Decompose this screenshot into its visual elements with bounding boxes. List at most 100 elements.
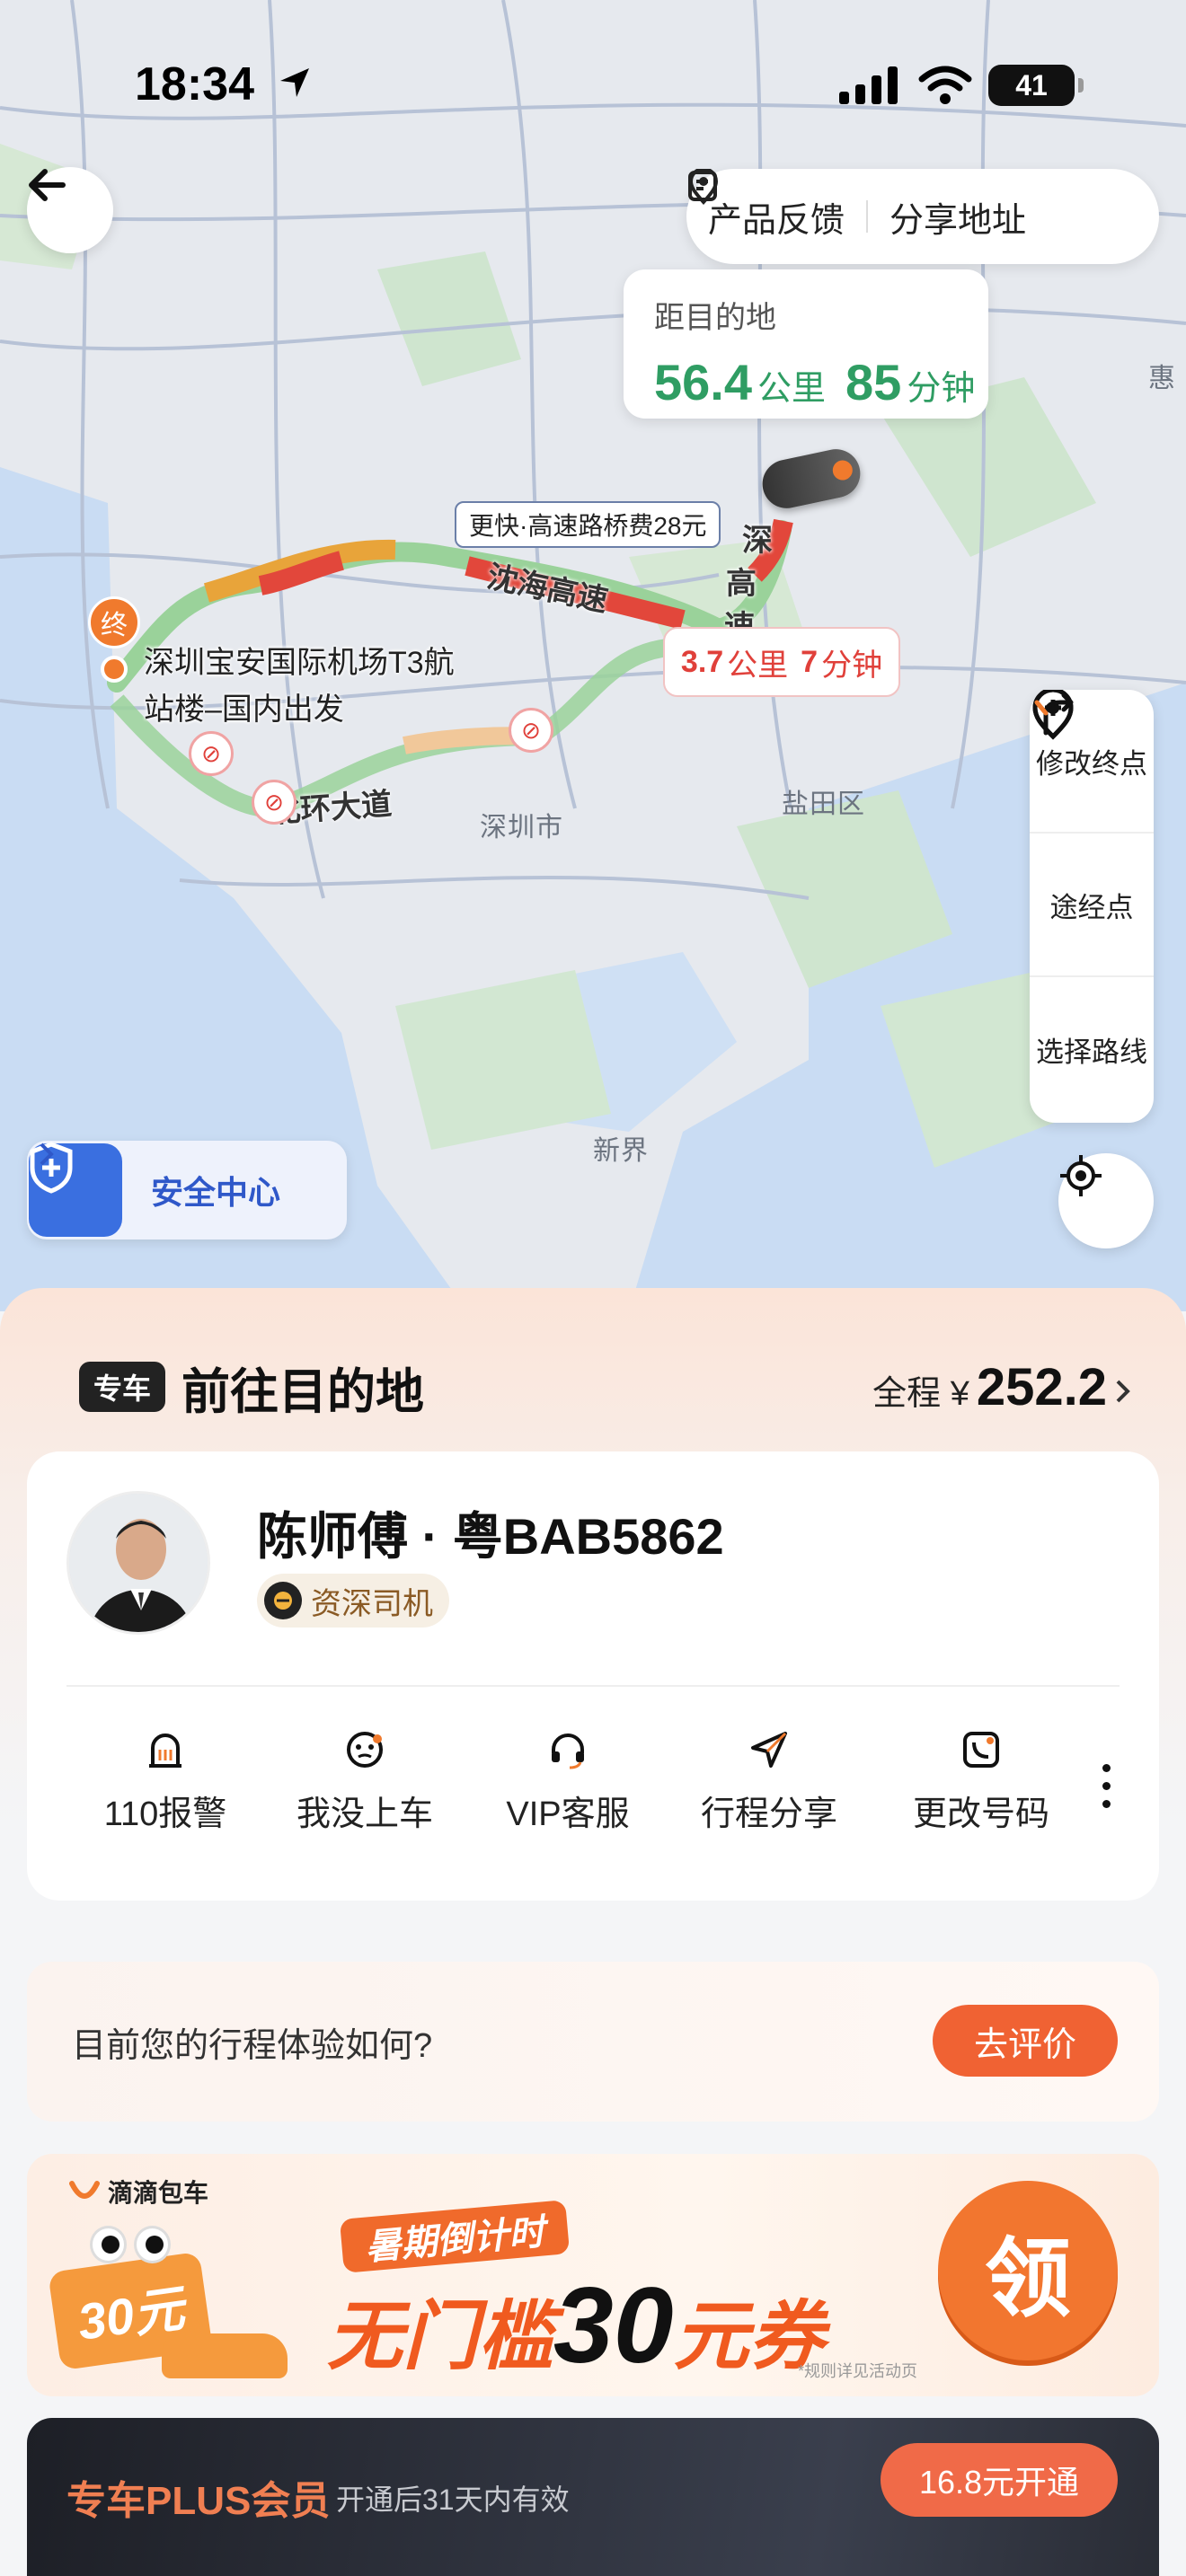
police-110-button[interactable]: 110报警 [75, 1730, 255, 1835]
end-marker-icon: 终 [88, 596, 140, 648]
distance-min-unit: 分钟 [907, 370, 976, 408]
battery-level: 41 [1015, 68, 1048, 101]
map-label-yantian: 盐田区 [782, 790, 865, 819]
wifi-icon [918, 66, 972, 104]
car-image [162, 2333, 288, 2378]
locate-button[interactable] [1058, 1153, 1154, 1248]
not-boarded-button[interactable]: 我没上车 [275, 1730, 455, 1835]
change-number-icon [963, 1732, 999, 1768]
rate-button[interactable]: 去评价 [933, 2005, 1118, 2077]
choose-route-button[interactable]: 选择路线 [1030, 693, 1154, 1121]
camera-marker-icon: ⊘ [252, 780, 296, 825]
origin-dot-icon [101, 656, 128, 683]
origin-label: 深圳宝安国际机场T3航 站楼–国内出发 [144, 640, 455, 733]
headset-icon [552, 1734, 584, 1769]
map-label-hui: 惠 [1148, 364, 1176, 393]
promo-banner[interactable]: 滴滴包车 30元 暑期倒计时 无门槛30元券 *规则详见活动页 领 [27, 2154, 1159, 2396]
change-number-label: 更改号码 [912, 1795, 1049, 1833]
map-view[interactable]: 深圳市 盐田区 新界 惠 沈海高速 深 高 速 北环大道 ⊘ ⊘ ⊘ 终 深圳宝… [0, 0, 1186, 1311]
driver-name: 陈师傅 · 粤BAB5862 [257, 1508, 724, 1565]
map-side-panel: 修改终点 途经点 选择路线 [1030, 690, 1154, 1123]
service-badge: 专车 [79, 1362, 166, 1412]
more-dot [1102, 1763, 1111, 1772]
origin-label-line1: 深圳宝安国际机场T3航 [144, 646, 455, 680]
veteran-driver-label: 资深司机 [311, 1586, 433, 1621]
plus-subtitle: 开通后31天内有效 [336, 2483, 570, 2516]
share-address-button[interactable]: 分享地址 [688, 169, 1027, 242]
alarm-110-icon [149, 1734, 181, 1768]
trip-actions: 110报警 我没上车 VIP客服 行程分享 更改号码 [27, 1730, 1159, 1856]
signal-icon [839, 66, 898, 104]
waypoint-label: 途经点 [1049, 891, 1134, 923]
didi-logo-icon [69, 2181, 100, 2199]
plus-activate-button[interactable]: 16.8元开通 [881, 2443, 1118, 2517]
modify-destination-label: 修改终点 [1036, 747, 1147, 780]
fast-route-tag[interactable]: 更快·高速路桥费28元 [455, 501, 721, 548]
driver-avatar[interactable] [66, 1491, 210, 1635]
back-button[interactable] [27, 167, 113, 253]
banner-fine-print: *规则详见活动页 [798, 2362, 918, 2380]
more-dot [1102, 1799, 1111, 1808]
claim-coupon-button[interactable]: 领 [938, 2181, 1118, 2360]
choose-route-label: 选择路线 [1036, 1036, 1147, 1068]
driver-card: 陈师傅 · 粤BAB5862 资深司机 110报警 我没上车 VIP客服 行程分… [27, 1451, 1159, 1901]
trip-header: 专车 前往目的地 全程 ¥ 252.2 [79, 1353, 1132, 1421]
segment-km: 3.7 [680, 644, 724, 679]
police-110-label: 110报警 [103, 1795, 227, 1833]
plus-title: 专车PLUS会员 [66, 2479, 331, 2523]
waypoint-button[interactable]: 途经点 [1030, 690, 1154, 977]
veteran-driver-badge: 资深司机 [257, 1574, 449, 1628]
change-number-button[interactable]: 更改号码 [891, 1730, 1071, 1835]
trip-title: 前往目的地 [181, 1364, 425, 1419]
banner-brand-label: 滴滴包车 [108, 2179, 209, 2207]
banner-headline: 无门槛30元券 [327, 2263, 825, 2387]
origin-label-line2: 站楼–国内出发 [144, 693, 344, 727]
plus-membership-card: 专车PLUS会员 开通后31天内有效 16.8元开通 [27, 2418, 1159, 2576]
divider [66, 1685, 1120, 1687]
map-label-city: 深圳市 [480, 813, 563, 842]
distance-min: 85 [845, 354, 902, 410]
safety-center-button[interactable]: 安全中心 [27, 1141, 347, 1239]
rating-question: 目前您的行程体验如何? [72, 2026, 433, 2065]
segment-min: 7 [801, 644, 819, 679]
segment-tag: 3.7 公里 7 分钟 [663, 627, 900, 697]
fare-value: 252.2 [976, 1357, 1107, 1416]
distance-km-unit: 公里 [757, 370, 827, 408]
segment-min-unit: 分钟 [821, 648, 883, 683]
distance-km: 56.4 [654, 354, 752, 410]
road-label-shen-2: 高 [726, 567, 757, 601]
camera-marker-icon: ⊘ [509, 708, 553, 753]
share-trip-button[interactable]: 行程分享 [679, 1730, 859, 1835]
banner-headline-pre: 无门槛 [327, 2294, 554, 2378]
bee-icon [264, 1582, 302, 1619]
distance-label: 距目的地 [654, 301, 776, 335]
status-time: 18:34 [135, 58, 254, 110]
banner-brand: 滴滴包车 [68, 2174, 208, 2210]
safety-center-label: 安全中心 [151, 1174, 281, 1211]
feedback-label: 产品反馈 [708, 201, 845, 240]
share-trip-label: 行程分享 [700, 1795, 837, 1833]
share-trip-icon [751, 1732, 787, 1768]
vip-service-label: VIP客服 [506, 1795, 630, 1833]
battery-icon: 41 [988, 65, 1084, 106]
arrow-left-icon [29, 169, 66, 201]
share-location-icon [688, 169, 719, 205]
rating-card: 目前您的行程体验如何? 去评价 [27, 1962, 1159, 2122]
share-address-label: 分享地址 [890, 201, 1027, 240]
more-options-button[interactable] [1093, 1759, 1120, 1813]
fare-button[interactable]: 全程 ¥ 252.2 [872, 1357, 1132, 1417]
feedback-button[interactable]: 产品反馈 [688, 171, 845, 242]
camera-marker-icon: ⊘ [189, 731, 234, 776]
crosshair-icon [1060, 1155, 1102, 1196]
more-dot [1102, 1781, 1111, 1790]
chevron-right-icon [40, 1142, 54, 1166]
eyes-decoration [90, 2226, 171, 2271]
route-fork-icon [1034, 693, 1074, 736]
fare-label: 全程 ¥ [872, 1374, 969, 1413]
banner-headline-num: 30 [553, 2265, 674, 2386]
chevron-right-icon [1116, 1380, 1130, 1402]
segment-km-unit: 公里 [727, 648, 789, 683]
top-actions-pill: 产品反馈 分享地址 [686, 169, 1159, 264]
map-label-xinjie: 新界 [593, 1136, 649, 1166]
vip-service-button[interactable]: VIP客服 [478, 1730, 658, 1835]
